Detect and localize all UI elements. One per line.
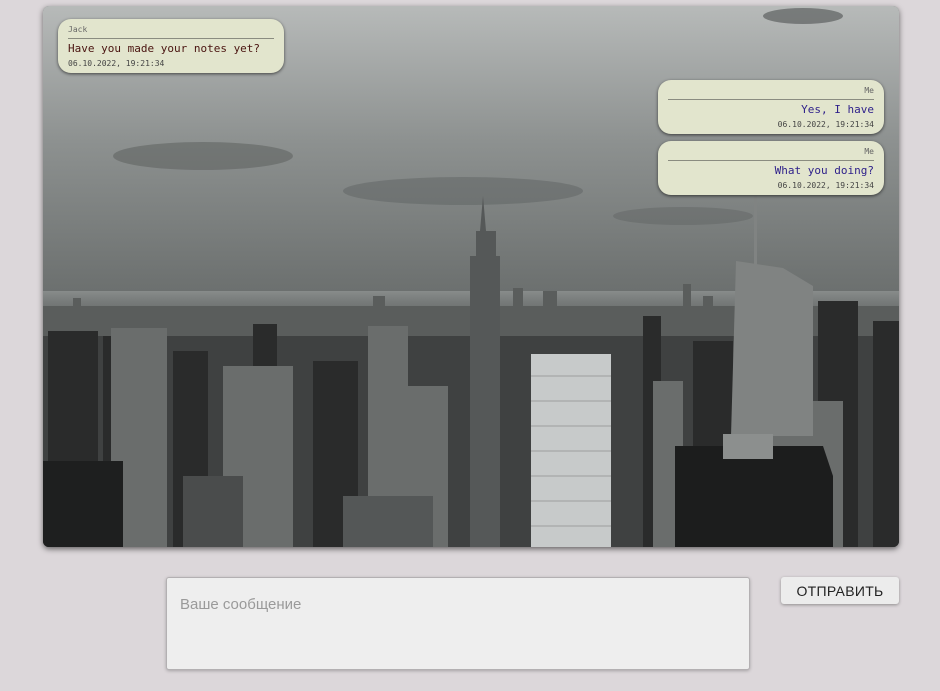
message-timestamp: 06.10.2022, 19:21:34 bbox=[68, 59, 165, 68]
message-bubble-outgoing: Me Yes, I have 06.10.2022, 19:21:34 bbox=[658, 80, 884, 134]
message-text: What you doing? bbox=[774, 164, 874, 177]
send-button[interactable]: ОТПРАВИТЬ bbox=[781, 577, 899, 604]
chat-window: Jack Have you made your notes yet? 06.10… bbox=[43, 6, 899, 547]
message-author: Me bbox=[668, 86, 874, 100]
message-text: Have you made your notes yet? bbox=[68, 42, 261, 55]
message-author: Me bbox=[668, 147, 874, 161]
message-input[interactable] bbox=[166, 577, 750, 670]
message-author: Jack bbox=[68, 25, 274, 39]
message-bubble-incoming: Jack Have you made your notes yet? 06.10… bbox=[58, 19, 284, 73]
message-bubble-outgoing: Me What you doing? 06.10.2022, 19:21:34 bbox=[658, 141, 884, 195]
message-timestamp: 06.10.2022, 19:21:34 bbox=[777, 181, 874, 190]
message-text: Yes, I have bbox=[801, 103, 874, 116]
message-timestamp: 06.10.2022, 19:21:34 bbox=[777, 120, 874, 129]
